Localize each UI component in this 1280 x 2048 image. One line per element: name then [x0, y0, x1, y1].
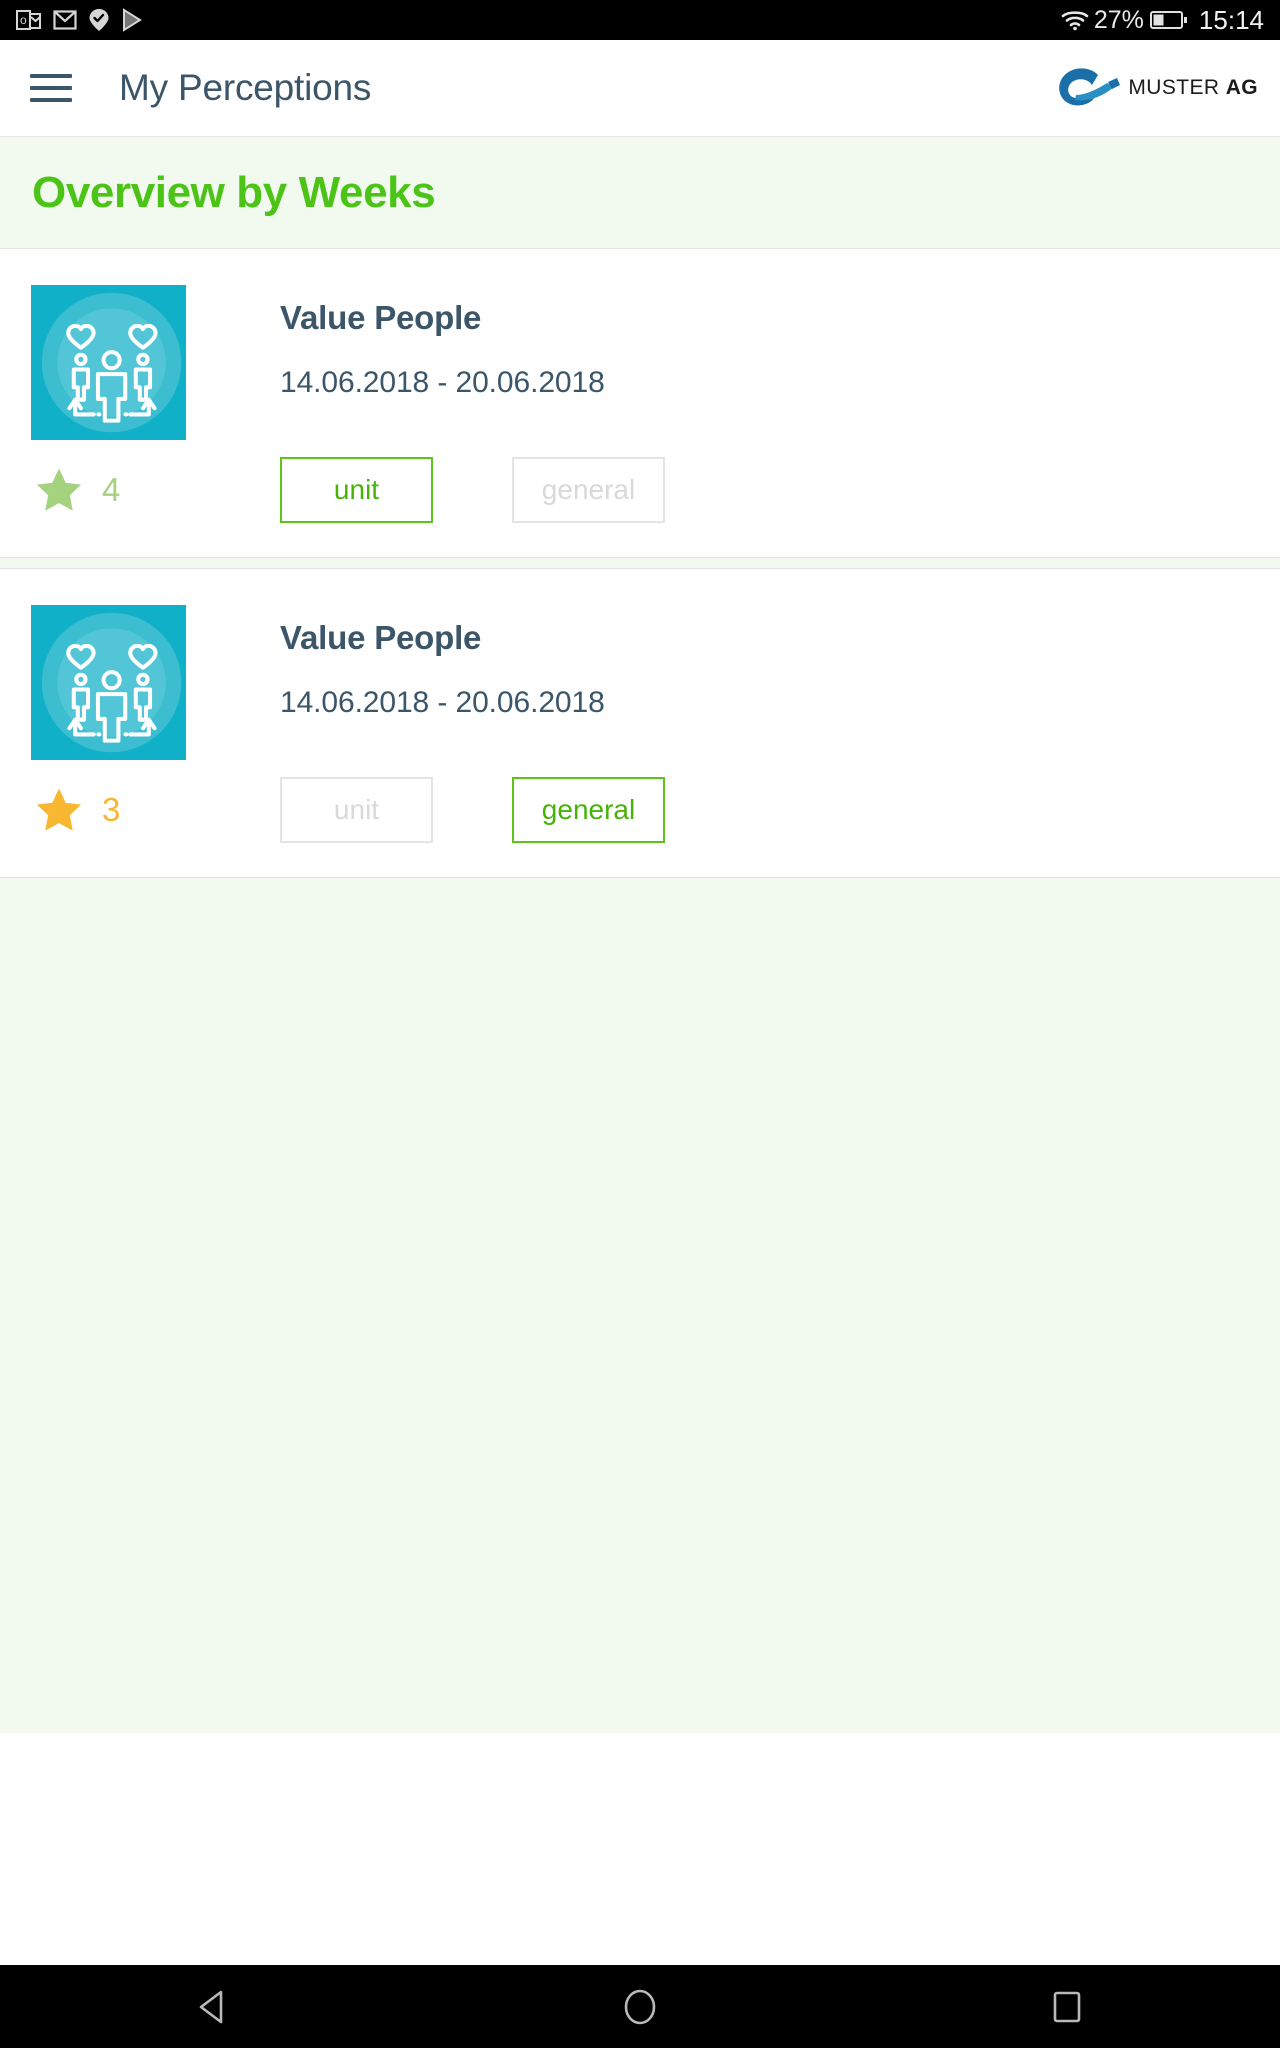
- hamburger-line: [30, 86, 72, 90]
- recents-square-icon: [1053, 1991, 1080, 2022]
- value-people-icon: [31, 285, 186, 440]
- week-card[interactable]: Value People 14.06.2018 - 20.06.2018 4 u…: [0, 249, 1280, 557]
- app-bar: My Perceptions MUSTER AG: [0, 40, 1280, 137]
- value-people-icon: [31, 605, 186, 760]
- card-info-column: Value People 14.06.2018 - 20.06.2018: [280, 285, 1280, 400]
- hamburger-line: [30, 98, 72, 102]
- card-title: Value People: [280, 619, 482, 656]
- section-heading: Overview by Weeks: [32, 167, 436, 217]
- card-separator: [0, 557, 1280, 569]
- card-rating: 4: [0, 465, 280, 515]
- location-check-icon: [89, 9, 109, 31]
- rating-value: 4: [102, 471, 120, 508]
- card-info-column: Value People 14.06.2018 - 20.06.2018: [280, 605, 1280, 720]
- android-status-bar: o 27% 15:14: [0, 0, 1280, 40]
- star-icon: [36, 788, 82, 831]
- card-date-range: 14.06.2018 - 20.06.2018: [280, 366, 605, 399]
- general-button[interactable]: general: [512, 777, 665, 843]
- card-thumbnail-column: [0, 285, 280, 440]
- week-card[interactable]: Value People 14.06.2018 - 20.06.2018 3 u…: [0, 569, 1280, 877]
- android-navigation-bar: [0, 1965, 1280, 2048]
- clock-label: 15:14: [1198, 4, 1264, 35]
- unit-button[interactable]: unit: [280, 457, 433, 523]
- back-triangle-icon: [200, 1990, 223, 2023]
- home-circle-icon: [624, 1989, 656, 2024]
- muster-swoosh-logo: [1059, 68, 1121, 106]
- home-button[interactable]: [580, 1965, 700, 2048]
- general-button[interactable]: general: [512, 457, 665, 523]
- gmail-icon: [53, 10, 77, 30]
- rating-value: 3: [102, 791, 120, 828]
- card-rating: 3: [0, 785, 280, 835]
- empty-list-area: [0, 877, 1280, 1733]
- card-scope-buttons: unit general: [280, 777, 665, 843]
- outlook-icon: o: [16, 10, 41, 30]
- back-button[interactable]: [153, 1965, 273, 2048]
- hamburger-menu-icon[interactable]: [30, 65, 76, 111]
- card-title: Value People: [280, 299, 482, 336]
- star-icon: [36, 468, 82, 511]
- recents-button[interactable]: [1007, 1965, 1127, 2048]
- battery-percent-label: 27%: [1093, 5, 1144, 34]
- battery-icon: [1149, 11, 1187, 29]
- hamburger-line: [30, 74, 72, 78]
- page-title: My Perceptions: [119, 67, 372, 108]
- status-bar-notification-icons: o: [16, 8, 143, 32]
- card-thumbnail-column: [0, 605, 280, 760]
- unit-button[interactable]: unit: [280, 777, 433, 843]
- status-bar-system-icons: 27% 15:14: [1061, 5, 1264, 36]
- svg-text:o: o: [20, 13, 27, 27]
- card-scope-buttons: unit general: [280, 457, 665, 523]
- card-date-range: 14.06.2018 - 20.06.2018: [280, 686, 605, 719]
- wifi-icon: [1061, 11, 1089, 31]
- section-heading-band: Overview by Weeks: [0, 137, 1280, 249]
- play-store-icon: [123, 8, 142, 32]
- brand-name: MUSTER AG: [1128, 76, 1258, 99]
- brand-logo: MUSTER AG: [1046, 64, 1258, 112]
